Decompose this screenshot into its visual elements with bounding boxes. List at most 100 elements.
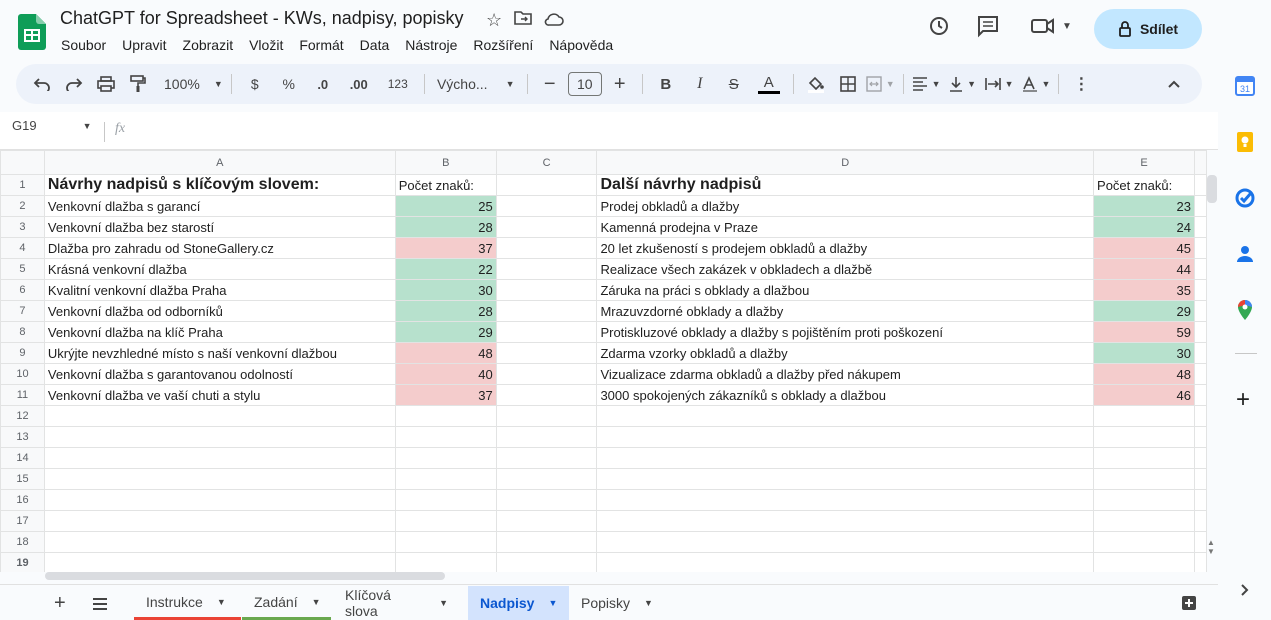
cell-d[interactable] [596,468,1095,490]
cell-a[interactable]: Návrhy nadpisů s klíčovým slovem: [43,174,396,196]
tab-klíčová-slova[interactable]: Klíčová slova ▼ [333,586,460,620]
cell-d[interactable] [596,426,1095,448]
cell-f[interactable] [1193,363,1207,385]
cell-e[interactable]: 24 [1093,216,1195,238]
cell-c[interactable] [495,279,598,301]
cell-e[interactable]: 59 [1093,321,1195,343]
tab-zadání[interactable]: Zadání ▼ [242,586,331,620]
cloud-status-icon[interactable] [544,10,564,31]
cell-d[interactable] [596,405,1095,427]
name-box[interactable]: G19 ▼ [12,118,92,133]
column-header-d[interactable]: D [596,150,1095,175]
print-icon[interactable] [92,70,120,98]
cell-c[interactable] [495,195,598,217]
cell-c[interactable] [495,426,598,448]
cell-e[interactable] [1093,447,1195,469]
row-header[interactable]: 4 [0,237,45,259]
cell-b[interactable]: 37 [394,237,497,259]
row-header[interactable]: 3 [0,216,45,238]
horizontal-scrollbar[interactable] [45,572,445,580]
cell-b[interactable] [394,405,497,427]
cell-b[interactable] [394,468,497,490]
paint-format-icon[interactable] [124,70,152,98]
cell-b[interactable]: 37 [394,384,497,406]
cell-f[interactable] [1193,384,1207,406]
cell-f[interactable] [1193,342,1207,364]
add-addon-icon[interactable]: + [1236,386,1250,414]
percent-format-button[interactable]: % [274,70,304,98]
cell-f[interactable] [1193,321,1207,343]
row-header[interactable]: 2 [0,195,45,217]
cell-a[interactable] [43,405,396,427]
cell-a[interactable] [43,531,396,553]
cell-c[interactable] [495,342,598,364]
maps-icon[interactable] [1233,298,1257,322]
cell-c[interactable] [495,363,598,385]
merge-cells-icon[interactable]: ▼ [866,70,895,98]
text-rotation-icon[interactable]: ▼ [1022,70,1050,98]
cell-c[interactable] [495,405,598,427]
cell-d[interactable] [596,552,1095,572]
cell-f[interactable] [1193,447,1207,469]
cell-b[interactable]: 30 [394,279,497,301]
italic-button[interactable]: I [685,70,715,98]
cell-c[interactable] [495,510,598,532]
column-header-f[interactable] [1193,150,1207,175]
cell-f[interactable] [1193,258,1207,280]
font-size-input[interactable]: 10 [567,72,602,96]
cell-d[interactable]: Další návrhy nadpisů [596,174,1095,196]
cell-d[interactable]: 3000 spokojených zákazníků s obklady a d… [596,384,1095,406]
cell-c[interactable] [495,174,598,196]
cell-d[interactable]: Vizualizace zdarma obkladů a dlažby před… [596,363,1095,385]
bold-button[interactable]: B [651,70,681,98]
menu-item-edit[interactable]: Upravit [122,37,166,53]
font-size-decrease-icon[interactable]: − [536,70,564,98]
chevron-right-icon[interactable] [1240,583,1250,602]
cell-a[interactable]: Venkovní dlažba na klíč Praha [43,321,396,343]
undo-icon[interactable] [28,70,56,98]
cell-a[interactable]: Kvalitní venkovní dlažba Praha [43,279,396,301]
column-header-c[interactable]: C [495,150,598,175]
contacts-icon[interactable] [1233,242,1257,266]
row-header[interactable]: 16 [0,489,45,511]
cell-e[interactable]: 46 [1093,384,1195,406]
star-icon[interactable]: ☆ [486,10,502,31]
cell-e[interactable]: 30 [1093,342,1195,364]
column-header-a[interactable]: A [43,150,396,175]
tab-instrukce[interactable]: Instrukce ▼ [134,586,241,620]
cell-b[interactable] [394,489,497,511]
cell-e[interactable] [1093,468,1195,490]
cell-c[interactable] [495,447,598,469]
cell-b[interactable] [394,510,497,532]
menu-item-file[interactable]: Soubor [61,37,106,53]
cell-a[interactable] [43,447,396,469]
tab-popisky[interactable]: Popisky ▼ [569,586,662,620]
menu-item-help[interactable]: Nápověda [549,37,613,53]
cell-e[interactable] [1093,510,1195,532]
row-header[interactable]: 5 [0,258,45,280]
cell-f[interactable] [1193,237,1207,259]
cell-a[interactable]: Venkovní dlažba od odborníků [43,300,396,322]
text-color-button[interactable]: A [753,70,785,98]
cell-f[interactable] [1193,279,1207,301]
chevron-down-icon[interactable]: ▼ [644,598,653,608]
sheets-logo-icon[interactable] [18,14,46,50]
cell-c[interactable] [495,489,598,511]
zoom-select[interactable]: 100% ▼ [164,70,223,98]
cell-c[interactable] [495,321,598,343]
cell-d[interactable] [596,531,1095,553]
cell-e[interactable]: 35 [1093,279,1195,301]
redo-icon[interactable] [60,70,88,98]
row-header[interactable]: 12 [0,405,45,427]
font-select[interactable]: Výcho... ▼ [433,70,519,98]
cell-f[interactable] [1193,468,1207,490]
keep-icon[interactable] [1233,130,1257,154]
cell-e[interactable]: 48 [1093,363,1195,385]
strikethrough-button[interactable]: S [719,70,749,98]
document-title[interactable]: ChatGPT for Spreadsheet - KWs, nadpisy, … [60,8,464,29]
cell-e[interactable] [1093,552,1195,572]
vertical-align-icon[interactable]: ▼ [949,70,977,98]
row-header[interactable]: 6 [0,279,45,301]
cell-f[interactable] [1193,510,1207,532]
cell-b[interactable] [394,552,497,572]
